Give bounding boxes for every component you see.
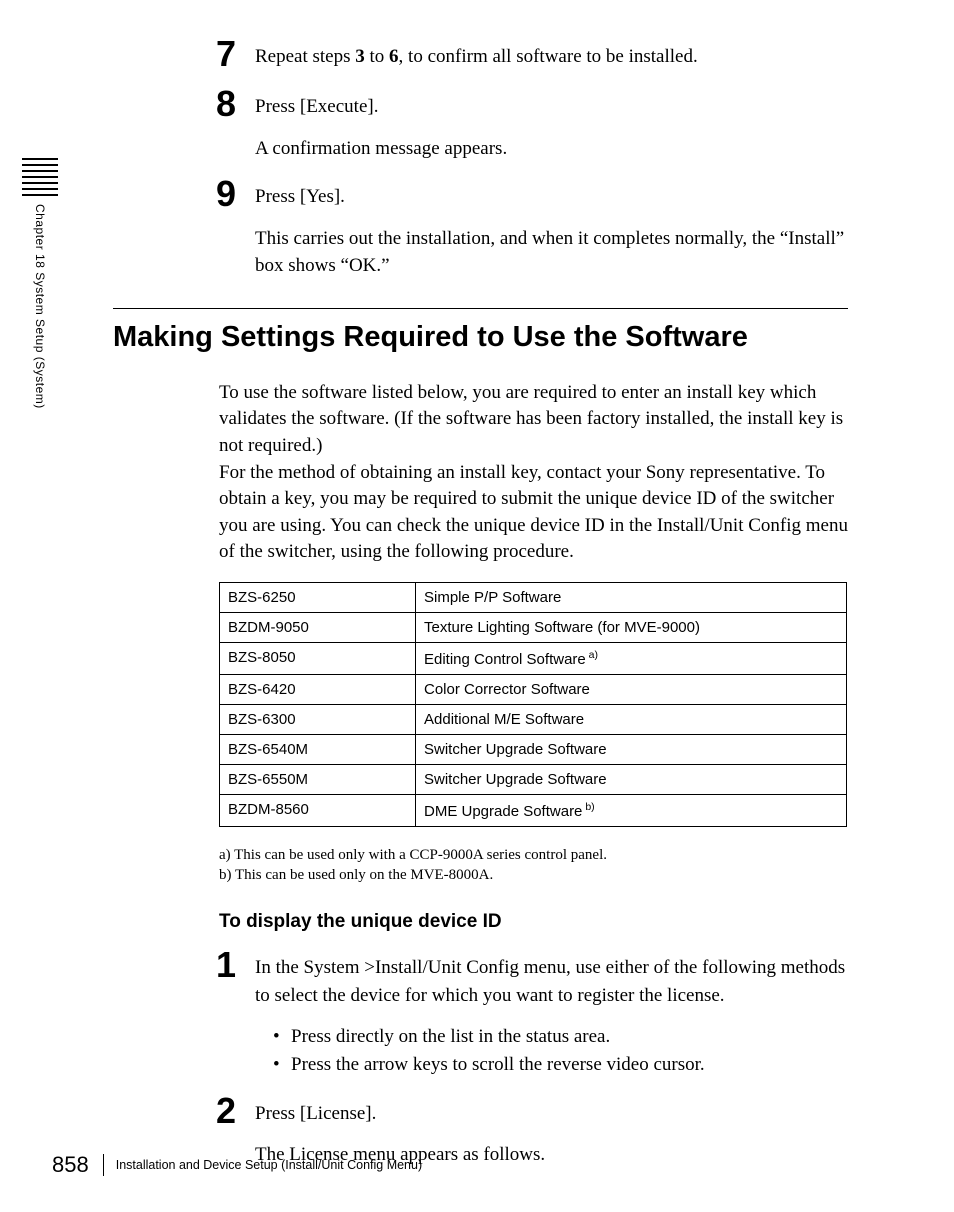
footer: 858 Installation and Device Setup (Insta…	[52, 1152, 422, 1178]
desc-cell: Color Corrector Software	[416, 674, 847, 704]
table-row: BZS-6550MSwitcher Upgrade Software	[220, 764, 847, 794]
desc-cell: Editing Control Software a)	[416, 642, 847, 674]
text-fragment: , to confirm all software to be installe…	[399, 46, 698, 67]
page-number: 858	[52, 1152, 89, 1178]
step-sub: This carries out the installation, and w…	[255, 225, 850, 280]
page-content: 7 Repeat steps 3 to 6, to confirm all so…	[110, 36, 850, 1183]
sub-heading: To display the unique device ID	[219, 911, 850, 933]
step-number: 8	[110, 86, 255, 122]
step-text: In the System >Install/Unit Config menu,…	[255, 947, 850, 1078]
model-cell: BZS-8050	[220, 642, 416, 674]
model-cell: BZDM-8560	[220, 794, 416, 826]
footnote-ref: b)	[582, 801, 594, 813]
step-text: Repeat steps 3 to 6, to confirm all soft…	[255, 36, 850, 71]
footer-text: Installation and Device Setup (Install/U…	[116, 1158, 422, 1172]
model-cell: BZS-6300	[220, 704, 416, 734]
bullet-icon: •	[273, 1023, 291, 1051]
table-row: BZS-6420Color Corrector Software	[220, 674, 847, 704]
section-rule	[113, 308, 848, 309]
table-row: BZS-6540MSwitcher Upgrade Software	[220, 734, 847, 764]
list-item: •Press directly on the list in the statu…	[273, 1023, 850, 1051]
software-table: BZS-6250Simple P/P SoftwareBZDM-9050Text…	[219, 582, 847, 827]
bullet-list: •Press directly on the list in the statu…	[273, 1023, 850, 1078]
text-bold: 6	[389, 46, 399, 67]
step-9: 9 Press [Yes]. This carries out the inst…	[110, 176, 850, 280]
step-8: 8 Press [Execute]. A confirmation messag…	[110, 86, 850, 162]
footnotes: a) This can be used only with a CCP-9000…	[219, 845, 850, 886]
step-7: 7 Repeat steps 3 to 6, to confirm all so…	[110, 36, 850, 72]
side-tab: Chapter 18 System Setup (System)	[22, 158, 58, 409]
model-cell: BZS-6540M	[220, 734, 416, 764]
table-row: BZDM-8560DME Upgrade Software b)	[220, 794, 847, 826]
step-number: 2	[110, 1093, 255, 1129]
footnote-a: a) This can be used only with a CCP-9000…	[219, 845, 850, 865]
footer-separator	[103, 1154, 104, 1176]
model-cell: BZS-6420	[220, 674, 416, 704]
desc-cell: Switcher Upgrade Software	[416, 764, 847, 794]
step-main: In the System >Install/Unit Config menu,…	[255, 954, 850, 1009]
list-item: •Press the arrow keys to scroll the reve…	[273, 1051, 850, 1079]
footnote-ref: a)	[586, 649, 598, 661]
step-sub: A confirmation message appears.	[255, 135, 850, 163]
desc-cell: Switcher Upgrade Software	[416, 734, 847, 764]
model-cell: BZS-6250	[220, 582, 416, 612]
desc-cell: Simple P/P Software	[416, 582, 847, 612]
desc-cell: Texture Lighting Software (for MVE-9000)	[416, 612, 847, 642]
bullet-text: Press the arrow keys to scroll the rever…	[291, 1051, 705, 1079]
step-main: Press [Yes].	[255, 183, 850, 211]
paragraph: For the method of obtaining an install k…	[219, 460, 849, 566]
step-main: Press [License].	[255, 1100, 850, 1128]
table-row: BZS-6250Simple P/P Software	[220, 582, 847, 612]
bullet-text: Press directly on the list in the status…	[291, 1023, 610, 1051]
footnote-b: b) This can be used only on the MVE-8000…	[219, 865, 850, 885]
text-bold: 3	[355, 46, 365, 67]
step-b1: 1 In the System >Install/Unit Config men…	[110, 947, 850, 1078]
tab-lines-icon	[22, 158, 58, 196]
step-text: Press [Execute]. A confirmation message …	[255, 86, 850, 162]
table-row: BZS-8050Editing Control Software a)	[220, 642, 847, 674]
step-number: 7	[110, 36, 255, 72]
desc-cell: DME Upgrade Software b)	[416, 794, 847, 826]
table-row: BZS-6300Additional M/E Software	[220, 704, 847, 734]
step-number: 1	[110, 947, 255, 983]
section-title: Making Settings Required to Use the Soft…	[113, 321, 850, 354]
desc-cell: Additional M/E Software	[416, 704, 847, 734]
table-row: BZDM-9050Texture Lighting Software (for …	[220, 612, 847, 642]
intro-paragraphs: To use the software listed below, you ar…	[219, 380, 849, 566]
step-text: Press [Yes]. This carries out the instal…	[255, 176, 850, 280]
model-cell: BZDM-9050	[220, 612, 416, 642]
text-fragment: to	[365, 46, 389, 67]
paragraph: To use the software listed below, you ar…	[219, 380, 849, 460]
model-cell: BZS-6550M	[220, 764, 416, 794]
bullet-icon: •	[273, 1051, 291, 1079]
step-main: Press [Execute].	[255, 93, 850, 121]
step-number: 9	[110, 176, 255, 212]
chapter-label: Chapter 18 System Setup (System)	[33, 204, 47, 409]
text-fragment: Repeat steps	[255, 46, 355, 67]
